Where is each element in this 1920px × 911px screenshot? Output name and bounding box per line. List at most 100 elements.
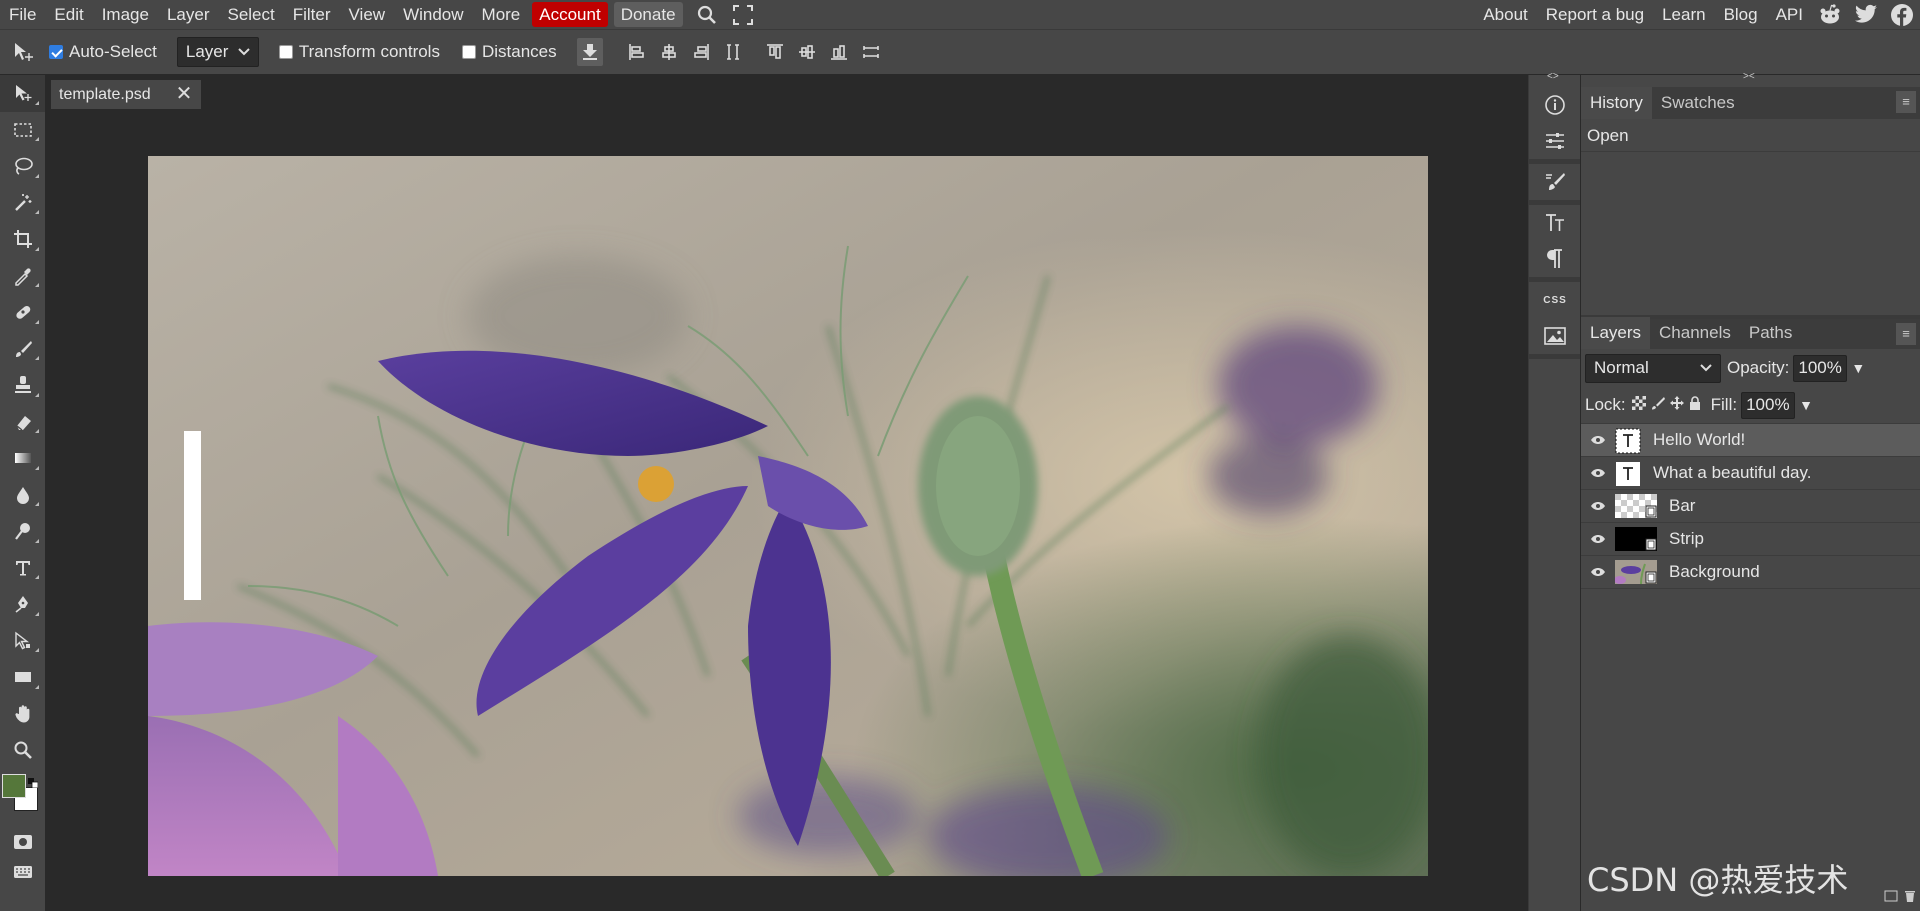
lock-position-icon[interactable] bbox=[1669, 395, 1684, 415]
path-selection-tool-icon[interactable] bbox=[0, 623, 45, 660]
move-tool-icon[interactable] bbox=[0, 75, 45, 112]
image-canvas[interactable] bbox=[148, 156, 1428, 876]
eye-icon[interactable] bbox=[1581, 468, 1615, 478]
eye-icon[interactable] bbox=[1581, 534, 1615, 544]
align-right-icon[interactable] bbox=[685, 37, 717, 67]
auto-select-checkbox[interactable]: Auto-Select bbox=[49, 42, 157, 62]
layers-panel-menu-icon[interactable]: ≡ bbox=[1896, 323, 1916, 345]
tab-swatches[interactable]: Swatches bbox=[1652, 87, 1744, 119]
menu-filter[interactable]: Filter bbox=[284, 0, 340, 29]
opacity-dropdown-icon[interactable]: ▼ bbox=[1851, 360, 1865, 376]
tab-layers[interactable]: Layers bbox=[1581, 317, 1651, 349]
eye-icon[interactable] bbox=[1581, 567, 1615, 577]
fill-input[interactable]: 100% bbox=[1741, 391, 1796, 419]
quick-mask-icon[interactable] bbox=[0, 827, 45, 857]
image-icon[interactable] bbox=[1529, 318, 1581, 354]
twitter-icon[interactable] bbox=[1853, 2, 1879, 28]
expand-toggle[interactable]: >< bbox=[1743, 71, 1755, 82]
menu-view[interactable]: View bbox=[340, 0, 395, 29]
account-button[interactable]: Account bbox=[532, 2, 608, 27]
css-icon[interactable]: CSS bbox=[1529, 282, 1581, 318]
menu-image[interactable]: Image bbox=[93, 0, 158, 29]
delete-layer-icon[interactable] bbox=[1904, 887, 1916, 907]
type-tool-icon[interactable] bbox=[0, 550, 45, 587]
donate-button[interactable]: Donate bbox=[613, 2, 683, 27]
history-panel-menu-icon[interactable]: ≡ bbox=[1896, 91, 1916, 113]
eye-icon[interactable] bbox=[1581, 501, 1615, 511]
transform-controls-checkbox[interactable]: Transform controls bbox=[278, 42, 440, 62]
marquee-tool-icon[interactable] bbox=[0, 112, 45, 149]
eraser-tool-icon[interactable] bbox=[0, 404, 45, 441]
healing-brush-tool-icon[interactable] bbox=[0, 294, 45, 331]
distribute-v-icon[interactable] bbox=[855, 37, 887, 67]
opacity-input[interactable]: 100% bbox=[1793, 354, 1848, 382]
pen-tool-icon[interactable] bbox=[0, 586, 45, 623]
document-tab[interactable]: template.psd ✕ bbox=[51, 80, 201, 109]
info-icon[interactable] bbox=[1529, 87, 1581, 123]
align-middle-v-icon[interactable] bbox=[791, 37, 823, 67]
eye-icon[interactable] bbox=[1581, 435, 1615, 445]
character-icon[interactable] bbox=[1529, 205, 1581, 241]
fullscreen-icon[interactable] bbox=[730, 2, 756, 28]
magic-wand-tool-icon[interactable] bbox=[0, 185, 45, 222]
foreground-color-swatch[interactable] bbox=[2, 773, 26, 798]
rectangle-tool-icon[interactable] bbox=[0, 659, 45, 696]
link-about[interactable]: About bbox=[1474, 0, 1536, 29]
close-icon[interactable]: ✕ bbox=[174, 84, 194, 104]
facebook-icon[interactable] bbox=[1889, 2, 1915, 28]
tab-history[interactable]: History bbox=[1581, 87, 1652, 119]
layer-row-hello-world[interactable]: Hello World! bbox=[1581, 424, 1920, 457]
menu-layer[interactable]: Layer bbox=[158, 0, 219, 29]
paragraph-icon[interactable] bbox=[1529, 241, 1581, 277]
link-api[interactable]: API bbox=[1767, 0, 1812, 29]
keyboard-icon[interactable] bbox=[0, 857, 45, 887]
align-bottom-icon[interactable] bbox=[823, 37, 855, 67]
crop-tool-icon[interactable] bbox=[0, 221, 45, 258]
menu-edit[interactable]: Edit bbox=[45, 0, 92, 29]
layer-row-background[interactable]: Background bbox=[1581, 556, 1920, 589]
history-entry[interactable]: Open bbox=[1581, 119, 1920, 152]
layer-row-beautiful-day[interactable]: What a beautiful day. bbox=[1581, 457, 1920, 490]
menu-more[interactable]: More bbox=[473, 0, 530, 29]
dodge-tool-icon[interactable] bbox=[0, 513, 45, 550]
align-top-icon[interactable] bbox=[759, 37, 791, 67]
blur-tool-icon[interactable] bbox=[0, 477, 45, 514]
auto-select-check[interactable] bbox=[49, 45, 63, 59]
brush-settings-icon[interactable] bbox=[1529, 164, 1581, 200]
link-report-bug[interactable]: Report a bug bbox=[1537, 0, 1653, 29]
zoom-tool-icon[interactable] bbox=[0, 732, 45, 769]
default-colors-icon[interactable] bbox=[28, 773, 39, 788]
link-blog[interactable]: Blog bbox=[1715, 0, 1767, 29]
tab-channels[interactable]: Channels bbox=[1650, 317, 1740, 349]
transform-controls-check[interactable] bbox=[278, 45, 293, 59]
menu-window[interactable]: Window bbox=[394, 0, 472, 29]
menu-select[interactable]: Select bbox=[218, 0, 283, 29]
lock-pixels-icon[interactable] bbox=[1651, 395, 1665, 415]
distances-checkbox[interactable]: Distances bbox=[461, 42, 557, 62]
reddit-icon[interactable] bbox=[1817, 2, 1843, 28]
eyedropper-tool-icon[interactable] bbox=[0, 258, 45, 295]
download-icon[interactable] bbox=[576, 38, 603, 66]
layer-row-strip[interactable]: Strip bbox=[1581, 523, 1920, 556]
clone-stamp-tool-icon[interactable] bbox=[0, 367, 45, 404]
new-layer-icon[interactable] bbox=[1884, 887, 1898, 907]
align-center-h-icon[interactable] bbox=[653, 37, 685, 67]
lasso-tool-icon[interactable] bbox=[0, 148, 45, 185]
lock-all-icon[interactable] bbox=[1689, 395, 1701, 415]
align-left-icon[interactable] bbox=[621, 37, 653, 67]
hand-tool-icon[interactable] bbox=[0, 696, 45, 733]
search-icon[interactable] bbox=[694, 2, 720, 28]
distribute-h-icon[interactable] bbox=[717, 37, 749, 67]
adjustments-icon[interactable] bbox=[1529, 123, 1581, 159]
layer-row-bar[interactable]: Bar bbox=[1581, 490, 1920, 523]
distances-check[interactable] bbox=[461, 45, 476, 59]
link-learn[interactable]: Learn bbox=[1653, 0, 1714, 29]
blend-mode-select[interactable]: Normal bbox=[1585, 353, 1721, 383]
auto-select-mode-select[interactable]: Layer bbox=[176, 37, 259, 67]
collapse-toggle[interactable]: <> bbox=[1547, 71, 1559, 82]
tab-paths[interactable]: Paths bbox=[1740, 317, 1801, 349]
gradient-tool-icon[interactable] bbox=[0, 440, 45, 477]
fill-dropdown-icon[interactable]: ▼ bbox=[1799, 397, 1813, 413]
lock-transparency-icon[interactable] bbox=[1631, 395, 1646, 415]
brush-tool-icon[interactable] bbox=[0, 331, 45, 368]
